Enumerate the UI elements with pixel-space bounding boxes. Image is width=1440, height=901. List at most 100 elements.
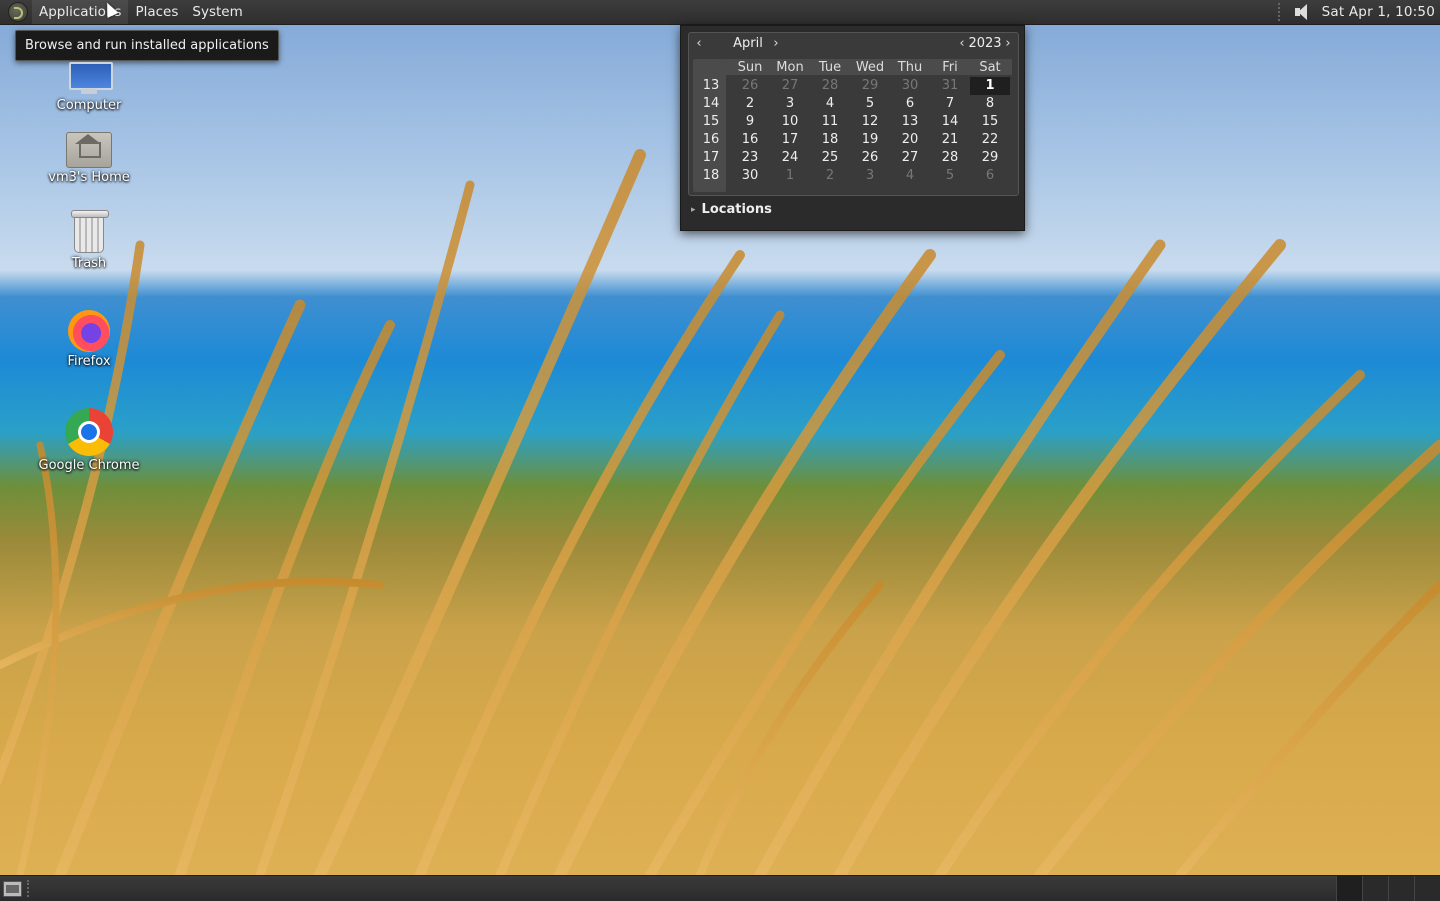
day-cell[interactable]: 26 [730, 77, 770, 95]
home-folder-icon [66, 128, 112, 168]
workspace-1[interactable] [1336, 876, 1362, 901]
week-number: 13 [702, 78, 720, 93]
desktop-icon-label: Firefox [67, 354, 111, 369]
week-row: 14 2 3 4 5 6 7 8 [693, 95, 1013, 113]
clock[interactable]: Sat Apr 1, 10:50 [1322, 4, 1440, 20]
menu-places[interactable]: Places [128, 0, 185, 24]
day-cell[interactable]: 5 [850, 95, 890, 113]
desktop-icon-computer[interactable]: Computer [34, 62, 144, 113]
day-cell[interactable]: 11 [810, 113, 850, 131]
calendar-header: ‹ April › ‹ 2023 › [689, 33, 1018, 55]
day-cell[interactable]: 2 [810, 167, 850, 185]
month-label: April [733, 36, 763, 51]
day-cell[interactable]: 9 [730, 113, 770, 131]
day-header: Sat [979, 60, 1001, 75]
day-cell[interactable]: 22 [970, 131, 1010, 149]
day-cell[interactable]: 23 [730, 149, 770, 167]
day-cell[interactable]: 30 [890, 77, 930, 95]
top-panel: Applications Places System Sat Apr 1, 10… [0, 0, 1440, 25]
week-number: 16 [702, 132, 720, 147]
day-cell[interactable]: 3 [850, 167, 890, 185]
applications-tooltip: Browse and run installed applications [15, 30, 279, 61]
day-cell[interactable]: 14 [930, 113, 970, 131]
week-row: 13 26 27 28 29 30 31 1 [693, 77, 1013, 95]
day-cell[interactable]: 2 [730, 95, 770, 113]
day-cell[interactable]: 12 [850, 113, 890, 131]
next-year-button[interactable]: › [1001, 35, 1015, 53]
day-header: Sun [737, 60, 763, 75]
day-cell[interactable]: 6 [890, 95, 930, 113]
calendar: ‹ April › ‹ 2023 › Sun Mon Tue Wed Thu F… [688, 32, 1019, 196]
day-cell[interactable]: 27 [890, 149, 930, 167]
day-cell[interactable]: 6 [970, 167, 1010, 185]
bottom-panel [0, 875, 1440, 901]
day-cell[interactable]: 8 [970, 95, 1010, 113]
day-cell[interactable]: 30 [730, 167, 770, 185]
day-cell[interactable]: 4 [810, 95, 850, 113]
week-row: 17 23 24 25 26 27 28 29 [693, 149, 1013, 167]
day-cell[interactable]: 28 [810, 77, 850, 95]
workspace-4[interactable] [1414, 876, 1440, 901]
day-cell[interactable]: 27 [770, 77, 810, 95]
desktop-icon-label: Trash [71, 256, 107, 271]
day-header: Fri [942, 60, 958, 75]
panel-drag-handle[interactable] [1277, 3, 1284, 21]
week-number: 14 [702, 96, 720, 111]
expander-arrow-icon: ▸ [691, 204, 696, 215]
show-desktop-icon[interactable] [3, 881, 22, 897]
prev-month-button[interactable]: ‹ [692, 35, 706, 53]
day-cell-today[interactable]: 1 [970, 77, 1010, 95]
day-header: Mon [776, 60, 804, 75]
menu-system[interactable]: System [185, 0, 249, 24]
day-header: Thu [897, 60, 923, 75]
day-cell[interactable]: 4 [890, 167, 930, 185]
day-cell[interactable]: 17 [770, 131, 810, 149]
day-header: Tue [818, 60, 842, 75]
week-row: 16 16 17 18 19 20 21 22 [693, 131, 1013, 149]
day-cell[interactable]: 1 [770, 167, 810, 185]
day-cell[interactable]: 28 [930, 149, 970, 167]
day-header: Wed [855, 60, 885, 75]
calendar-grid: Sun Mon Tue Wed Thu Fri Sat 13 26 27 28 29 30… [693, 59, 1013, 185]
desktop-icon-label: Computer [56, 98, 122, 113]
calendar-popup: ‹ April › ‹ 2023 › Sun Mon Tue Wed Thu F… [680, 25, 1025, 231]
next-month-button[interactable]: › [769, 35, 783, 53]
desktop-icon-label: Google Chrome [38, 458, 140, 473]
panel-drag-handle[interactable] [27, 880, 32, 897]
chrome-icon [65, 408, 113, 456]
day-cell[interactable]: 21 [930, 131, 970, 149]
desktop-icon-chrome[interactable]: Google Chrome [34, 408, 144, 473]
desktop-icon-home[interactable]: vm3's Home [34, 128, 144, 185]
week-number: 17 [702, 150, 720, 165]
trash-icon [70, 210, 109, 254]
day-cell[interactable]: 16 [730, 131, 770, 149]
computer-icon [67, 62, 113, 96]
volume-icon[interactable] [1292, 2, 1314, 22]
day-cell[interactable]: 25 [810, 149, 850, 167]
desktop-icon-firefox[interactable]: Firefox [34, 306, 144, 369]
day-cell[interactable]: 13 [890, 113, 930, 131]
day-cell[interactable]: 18 [810, 131, 850, 149]
desktop-icon-label: vm3's Home [48, 170, 130, 185]
day-cell[interactable]: 20 [890, 131, 930, 149]
day-cell[interactable]: 26 [850, 149, 890, 167]
day-cell[interactable]: 29 [850, 77, 890, 95]
applications-logo-icon[interactable] [8, 2, 28, 22]
locations-expander[interactable]: ▸ Locations [691, 202, 772, 217]
desktop-icon-trash[interactable]: Trash [34, 210, 144, 271]
day-cell[interactable]: 15 [970, 113, 1010, 131]
panel-tray: Sat Apr 1, 10:50 [1277, 0, 1440, 24]
workspace-3[interactable] [1388, 876, 1414, 901]
firefox-icon [66, 306, 112, 352]
day-cell[interactable]: 3 [770, 95, 810, 113]
day-cell[interactable]: 7 [930, 95, 970, 113]
week-number: 18 [702, 168, 720, 183]
day-cell[interactable]: 10 [770, 113, 810, 131]
day-cell[interactable]: 5 [930, 167, 970, 185]
day-cell[interactable]: 19 [850, 131, 890, 149]
day-cell[interactable]: 31 [930, 77, 970, 95]
workspace-2[interactable] [1362, 876, 1388, 901]
day-cell[interactable]: 24 [770, 149, 810, 167]
week-row: 18 30 1 2 3 4 5 6 [693, 167, 1013, 185]
day-cell[interactable]: 29 [970, 149, 1010, 167]
